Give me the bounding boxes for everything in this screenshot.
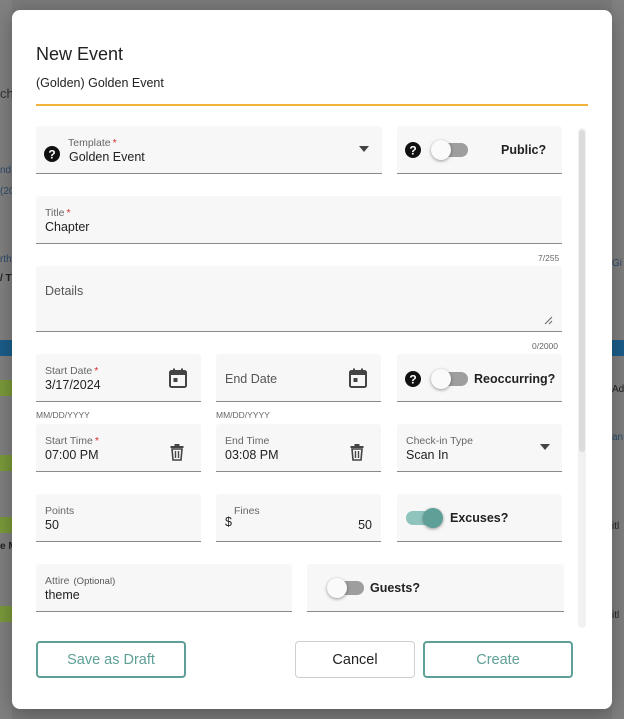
excuses-label: Excuses? xyxy=(450,511,509,525)
new-event-dialog: New Event (Golden) Golden Event ? Templa… xyxy=(12,10,612,709)
start-date-label: Start Date xyxy=(45,365,93,377)
background-text: ch xyxy=(0,86,12,101)
title-char-counter: 7/255 xyxy=(538,253,560,263)
excuses-toggle[interactable] xyxy=(406,508,443,528)
background-text: itl xyxy=(612,521,620,532)
save-as-draft-button[interactable]: Save as Draft xyxy=(36,641,186,678)
guests-toggle[interactable] xyxy=(327,578,364,598)
excuses-toggle-field: Excuses? xyxy=(397,494,562,542)
scrollbar-thumb[interactable] xyxy=(579,130,585,452)
public-toggle-field: ? Public? xyxy=(397,126,562,174)
end-date-field[interactable]: End Date xyxy=(216,354,381,402)
details-textarea[interactable]: Details xyxy=(36,266,562,332)
end-date-format-hint: MM/DD/YYYY xyxy=(216,410,270,420)
end-time-field[interactable]: End Time 03:08 PM xyxy=(216,424,381,472)
dialog-subtitle: (Golden) Golden Event xyxy=(36,76,164,90)
template-select[interactable]: ? Template * Golden Event xyxy=(36,126,382,174)
trash-icon[interactable] xyxy=(170,444,184,461)
reoccurring-label: Reoccurring? xyxy=(474,372,556,386)
attire-field[interactable]: Attire (Optional) theme xyxy=(36,564,292,612)
points-label: Points xyxy=(45,505,75,517)
checkin-type-label: Check-in Type xyxy=(406,435,473,447)
dropdown-caret-icon xyxy=(359,146,369,152)
end-time-label: End Time xyxy=(225,435,270,447)
end-date-placeholder: End Date xyxy=(225,372,278,386)
background-right-edge: Gi Adv an itl itl xyxy=(612,0,624,719)
attire-value: theme xyxy=(45,588,80,602)
background-bar xyxy=(0,517,12,533)
guests-label: Guests? xyxy=(370,581,421,595)
reoccurring-toggle-field: ? Reoccurring? xyxy=(397,354,562,402)
required-mark: * xyxy=(66,207,71,219)
title-field[interactable]: Title * Chapter xyxy=(36,196,562,244)
background-bar xyxy=(612,340,624,356)
background-link: nd xyxy=(0,165,12,176)
dropdown-caret-icon xyxy=(540,444,550,450)
calendar-icon[interactable] xyxy=(169,368,187,388)
fines-field[interactable]: Fines $ 50 xyxy=(216,494,381,542)
template-label: Template xyxy=(68,137,111,149)
svg-text:?: ? xyxy=(409,372,416,386)
attire-optional-tag: (Optional) xyxy=(73,576,116,587)
background-link: Gi xyxy=(612,258,622,269)
background-bar xyxy=(0,380,12,396)
checkin-type-select[interactable]: Check-in Type Scan In xyxy=(397,424,562,472)
start-time-label: Start Time xyxy=(45,435,93,447)
fines-label: Fines xyxy=(234,505,260,517)
attire-label: Attire xyxy=(45,575,70,587)
svg-text:?: ? xyxy=(48,147,55,161)
help-circle-icon[interactable]: ? xyxy=(405,371,421,387)
title-value: Chapter xyxy=(45,220,90,234)
start-date-format-hint: MM/DD/YYYY xyxy=(36,410,90,420)
details-char-counter: 0/2000 xyxy=(532,341,558,351)
fines-value: 50 xyxy=(358,518,372,532)
required-mark: * xyxy=(94,365,99,377)
start-time-field[interactable]: Start Time * 07:00 PM xyxy=(36,424,201,472)
reoccurring-toggle[interactable] xyxy=(431,369,468,389)
calendar-icon[interactable] xyxy=(349,368,367,388)
start-time-value: 07:00 PM xyxy=(45,448,99,462)
toggle-knob xyxy=(431,369,451,389)
required-mark: * xyxy=(94,435,99,447)
trash-icon[interactable] xyxy=(350,444,364,461)
details-placeholder: Details xyxy=(45,284,84,298)
public-label: Public? xyxy=(501,143,547,157)
background-link: (20 xyxy=(0,186,12,197)
resize-handle-icon[interactable] xyxy=(544,316,553,325)
background-bar xyxy=(0,455,12,471)
create-button[interactable]: Create xyxy=(423,641,573,678)
dialog-title: New Event xyxy=(36,44,124,64)
points-value: 50 xyxy=(45,518,59,532)
help-circle-icon[interactable]: ? xyxy=(405,142,421,158)
background-bar xyxy=(0,606,12,622)
background-text: e M xyxy=(0,541,12,552)
checkin-type-value: Scan In xyxy=(406,448,449,462)
svg-text:?: ? xyxy=(409,143,416,157)
background-text: Adv xyxy=(612,384,624,395)
template-value: Golden Event xyxy=(69,150,145,164)
fines-currency-prefix: $ xyxy=(225,515,232,529)
background-text: / T xyxy=(0,273,12,284)
background-left-edge: ch nd (20 rth / T e M xyxy=(0,0,12,719)
background-link: rth xyxy=(0,254,12,265)
start-date-field[interactable]: Start Date * 3/17/2024 xyxy=(36,354,201,402)
background-link: an xyxy=(612,432,624,443)
help-circle-icon[interactable]: ? xyxy=(44,146,60,162)
start-date-value: 3/17/2024 xyxy=(45,378,101,392)
toggle-knob xyxy=(431,140,451,160)
toggle-knob xyxy=(423,508,443,528)
points-field[interactable]: Points 50 xyxy=(36,494,201,542)
public-toggle[interactable] xyxy=(431,140,468,160)
end-time-value: 03:08 PM xyxy=(225,448,279,462)
header-divider xyxy=(36,104,588,106)
cancel-button[interactable]: Cancel xyxy=(295,641,415,678)
background-bar xyxy=(0,340,12,356)
required-mark: * xyxy=(112,137,117,149)
background-text: itl xyxy=(612,610,620,621)
guests-toggle-field: Guests? xyxy=(307,564,564,612)
title-label: Title xyxy=(45,207,65,219)
toggle-knob xyxy=(327,578,347,598)
